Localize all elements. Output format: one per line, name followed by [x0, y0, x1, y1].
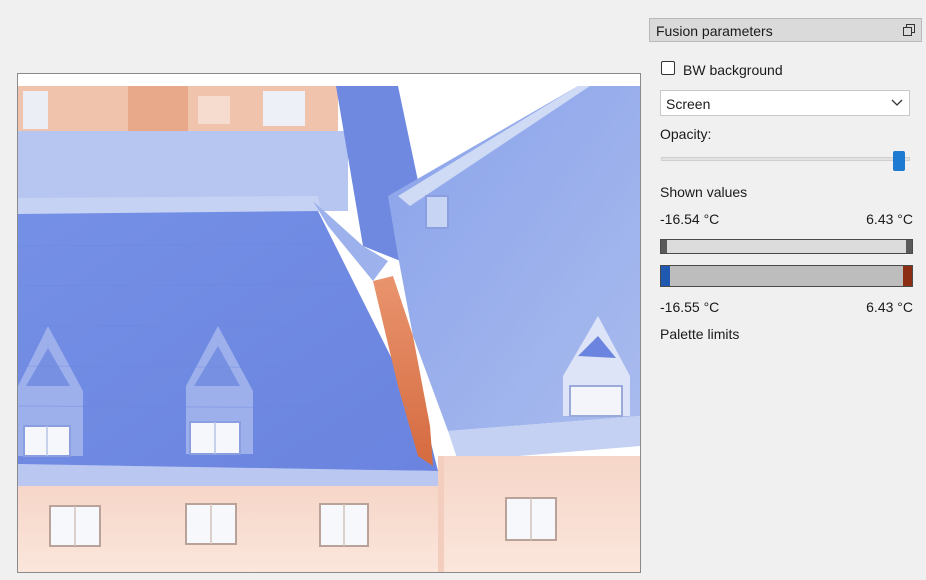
opacity-label: Opacity: [660, 126, 712, 142]
thermal-image [18, 86, 640, 572]
restore-window-icon[interactable] [903, 24, 915, 36]
chevron-down-icon [891, 99, 903, 106]
bw-background-checkbox[interactable] [661, 61, 675, 75]
shown-values-max: 6.43 °C [866, 211, 913, 227]
bw-background-label: BW background [683, 62, 783, 78]
shown-values-min-handle[interactable] [661, 240, 667, 253]
panel-header: Fusion parameters [649, 18, 922, 42]
palette-limits-min-handle[interactable] [661, 266, 670, 286]
opacity-slider-track[interactable] [661, 157, 910, 161]
shown-values-max-handle[interactable] [906, 240, 912, 253]
palette-limits-max-handle[interactable] [903, 266, 912, 286]
blend-mode-value: Screen [666, 96, 711, 112]
shown-values-label: Shown values [660, 184, 748, 200]
palette-limits-max: 6.43 °C [866, 299, 913, 315]
shown-values-range-slider[interactable] [660, 239, 913, 254]
palette-limits-min: -16.55 °C [660, 299, 720, 315]
blend-mode-select[interactable]: Screen [660, 90, 910, 116]
thermal-image-viewer[interactable] [17, 73, 641, 573]
panel-title: Fusion parameters [656, 23, 773, 39]
shown-values-min: -16.54 °C [660, 211, 720, 227]
palette-limits-label: Palette limits [660, 326, 740, 342]
palette-limits-range-slider[interactable] [660, 265, 913, 287]
opacity-slider-thumb[interactable] [893, 151, 906, 171]
